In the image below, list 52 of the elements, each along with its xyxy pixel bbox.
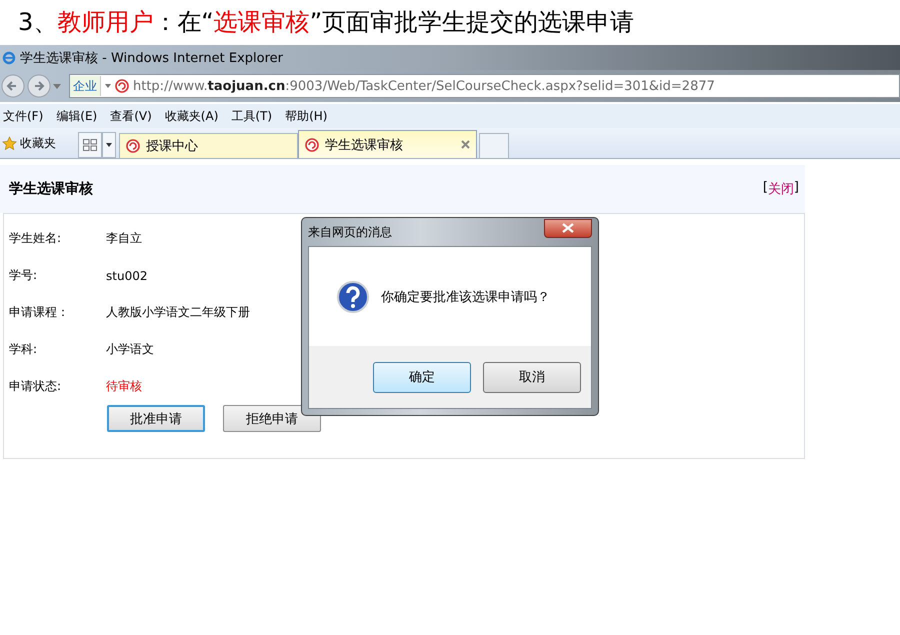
grid-icon: [83, 139, 97, 151]
new-tab-button[interactable]: [479, 133, 509, 158]
field-value: 人教版小学语文二年级下册: [106, 304, 250, 321]
dialog-message: 你确定要批准该选课申请吗？: [381, 288, 550, 306]
menu-item[interactable]: 查看(V): [107, 108, 158, 124]
history-dropdown-icon[interactable]: [53, 84, 61, 88]
menu-item[interactable]: 编辑(E): [53, 108, 104, 124]
dialog-button[interactable]: 取消: [483, 362, 581, 392]
form-button[interactable]: 批准申请: [107, 405, 205, 432]
menu-item[interactable]: 工具(T): [228, 108, 278, 124]
bracket: [: [762, 180, 768, 197]
browser-tab[interactable]: 学生选课审核: [298, 130, 477, 158]
tab-list-dropdown[interactable]: [102, 132, 116, 158]
forward-button[interactable]: [27, 74, 51, 98]
url-text: http://www.taojuan.cn:9003/Web/TaskCenter/SelCourseCheck.aspx?selid=301&id=2877: [133, 78, 715, 94]
close-icon: [562, 223, 574, 233]
group-dropdown[interactable]: 企业: [70, 76, 101, 96]
field-label: 申请状态:: [8, 378, 62, 395]
field-label: 学生姓名:: [8, 230, 62, 247]
field-value: 待审核: [106, 378, 142, 395]
menu-item[interactable]: 收藏夹(A): [162, 108, 224, 124]
field-value: 小学语文: [106, 341, 154, 358]
caret-icon: [106, 143, 112, 147]
site-logo-icon: [115, 79, 129, 93]
address-field[interactable]: 企业 http://www.taojuan.cn:9003/Web/TaskCenter/SelCourseCheck.aspx?selid=301&id=2877: [69, 74, 900, 98]
menu-item[interactable]: 帮助(H): [282, 108, 334, 124]
site-logo-icon: [126, 139, 140, 153]
favorites-button[interactable]: 收藏夹: [0, 134, 78, 152]
quick-tabs-button[interactable]: [78, 132, 102, 158]
dialog-button[interactable]: 确定: [373, 362, 471, 392]
field-label: 学科:: [8, 341, 38, 358]
form-button[interactable]: 拒绝申请: [223, 405, 321, 432]
close-tab-icon[interactable]: [461, 140, 470, 149]
field-value: stu002: [106, 268, 148, 282]
window-title: 学生选课审核 - Windows Internet Explorer: [20, 50, 283, 66]
caret-icon[interactable]: [105, 84, 111, 88]
bracket: ]: [794, 180, 799, 197]
browser-logo-icon: [2, 50, 16, 64]
field-label: 申请课程：: [8, 304, 70, 321]
back-button[interactable]: [1, 74, 25, 98]
slide-heading: 3、教师用户：在“选课审核”页面审批学生提交的选课申请: [17, 7, 636, 38]
close-link[interactable]: 关闭: [768, 180, 794, 198]
site-logo-icon: [305, 138, 319, 152]
question-icon: [337, 280, 369, 312]
menu-item[interactable]: 文件(F): [0, 108, 50, 124]
star-icon: [2, 136, 17, 150]
browser-tab[interactable]: 授课中心: [119, 133, 298, 158]
field-value: 李自立: [106, 230, 142, 247]
close-button[interactable]: [544, 218, 592, 238]
dialog-title: 来自网页的消息: [308, 224, 392, 240]
field-label: 学号:: [8, 267, 38, 284]
page-title: 学生选课审核: [9, 180, 93, 198]
